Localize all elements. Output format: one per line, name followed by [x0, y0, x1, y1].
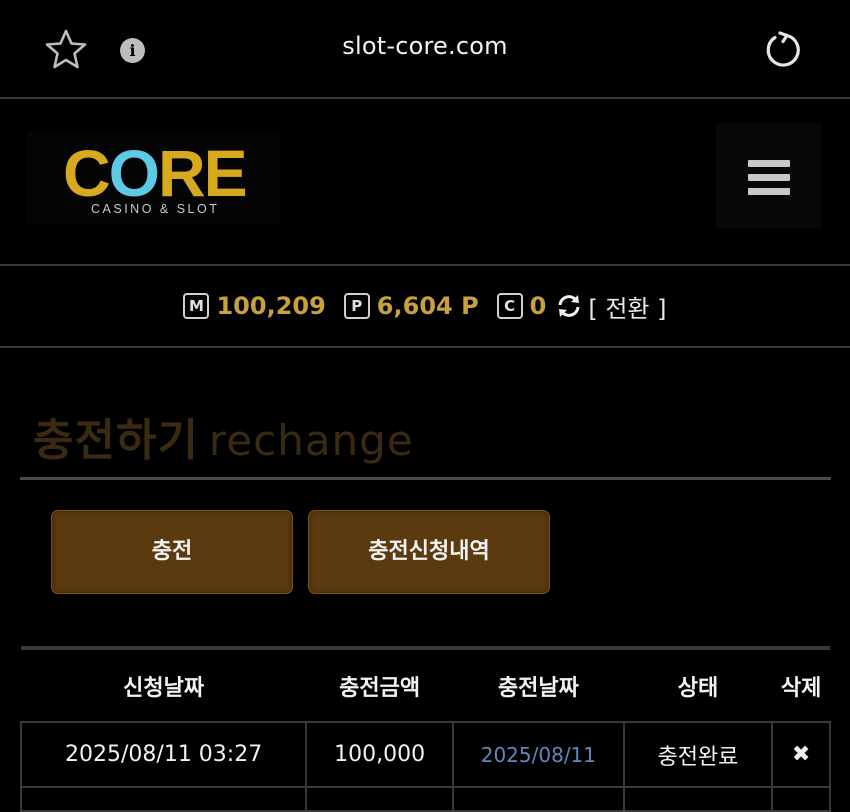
table-row: 2025/08/11 03:27 100,000 2025/08/11 충전완료…	[19, 721, 831, 788]
charge-history-table: 신청날짜 충전금액 충전날짜 상태 삭제 2025/08/11 03:27 10…	[19, 646, 831, 812]
logo-wordmark: CORE	[63, 136, 248, 210]
url-display[interactable]: slot-core.com	[0, 32, 850, 60]
charge-history-button[interactable]: 충전신청내역	[308, 510, 550, 594]
header-charge-date: 충전날짜	[453, 646, 624, 722]
charge-button[interactable]: 충전	[51, 510, 293, 594]
point-badge-icon: P	[343, 293, 370, 319]
cell-status: 충전완료	[622, 721, 774, 788]
swap-label: [ 전환 ]	[588, 294, 667, 323]
header-amount: 충전금액	[306, 646, 453, 722]
hamburger-menu-button[interactable]	[716, 123, 822, 228]
table-row	[19, 786, 831, 812]
header-delete: 삭제	[772, 646, 830, 722]
header-status: 상태	[623, 646, 773, 722]
reload-icon[interactable]	[762, 29, 804, 71]
sync-icon	[558, 295, 580, 317]
cell-request-date: 2025/08/11 03:27	[19, 721, 308, 788]
browser-bar: i slot-core.com	[0, 0, 850, 99]
money-balance: M 100,209	[183, 292, 326, 320]
cell-amount: 100,000	[305, 721, 454, 788]
swap-button[interactable]: [ 전환 ]	[556, 289, 667, 324]
coin-balance: C 0	[496, 292, 547, 320]
header-request-date: 신청날짜	[21, 646, 307, 722]
site-logo[interactable]: CORE CASINO & SLOT	[27, 132, 280, 224]
title-divider	[20, 477, 831, 480]
site-header: CORE CASINO & SLOT	[0, 99, 850, 266]
page-title: 충전하기 rechange	[33, 415, 414, 466]
coin-value: 0	[529, 292, 547, 320]
menu-icon-bar	[748, 174, 790, 181]
coin-badge-icon: C	[496, 293, 523, 319]
table-header-row: 신청날짜 충전금액 충전날짜 상태 삭제	[21, 646, 830, 722]
money-badge-icon: M	[183, 293, 210, 319]
cell-charge-date: 2025/08/11	[452, 721, 625, 788]
balance-bar: M 100,209 P 6,604 P C 0 [ 전환 ]	[0, 266, 850, 348]
logo-subtitle: CASINO & SLOT	[91, 202, 220, 216]
point-balance: P 6,604 P	[343, 292, 479, 320]
menu-icon	[748, 160, 790, 167]
point-value: 6,604 P	[376, 292, 479, 320]
money-value: 100,209	[216, 292, 326, 320]
menu-icon-bar	[748, 188, 790, 195]
delete-icon[interactable]: ✖	[771, 721, 831, 788]
